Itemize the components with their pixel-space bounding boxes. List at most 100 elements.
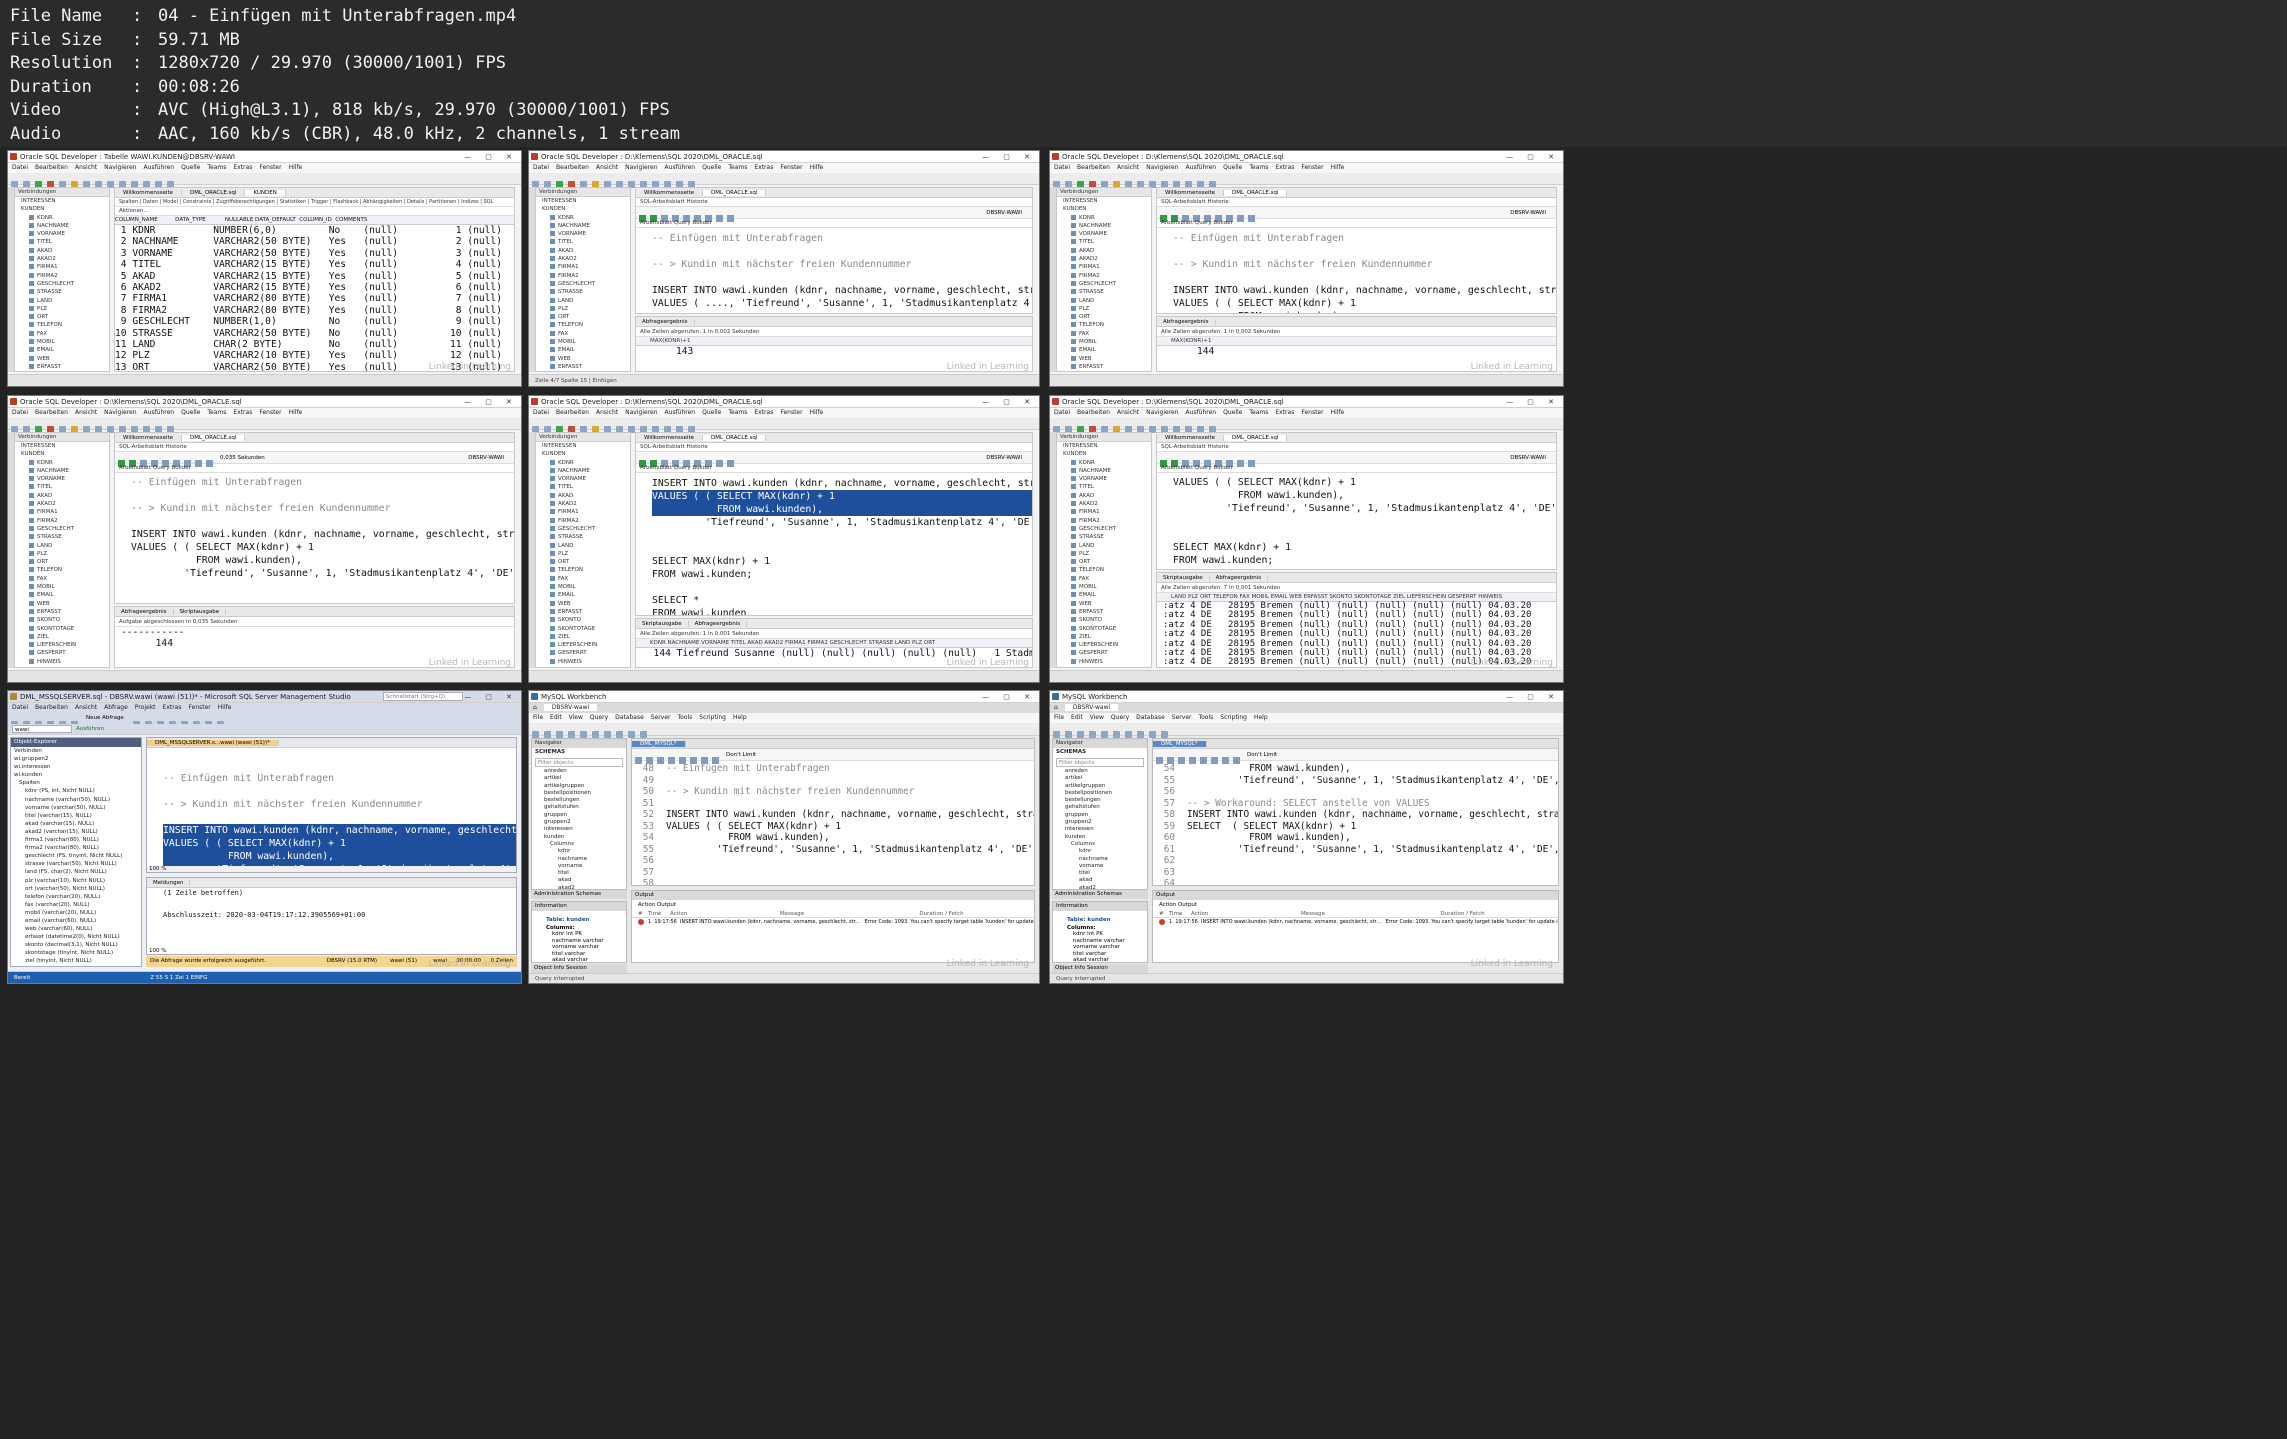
schema-tree-item[interactable]: titel: [532, 870, 626, 877]
tree-item[interactable]: LAND: [15, 297, 109, 305]
sql-editor-code[interactable]: VALUES ( ( SELECT MAX(kdnr) + 1 FROM waw…: [1157, 473, 1556, 569]
menu-item[interactable]: Quelle: [702, 409, 721, 416]
database-select[interactable]: wawi: [12, 725, 72, 733]
sql-editor-code[interactable]: -- Einfügen mit Unterabfragen -- > Kundin…: [147, 748, 516, 872]
tree-item[interactable]: KUNDEN: [15, 205, 109, 213]
limit-select[interactable]: Don't Limit: [726, 752, 756, 758]
menu-item[interactable]: Fenster: [259, 409, 281, 416]
sql-file-tab[interactable]: DML_MYSQL*: [1153, 741, 1207, 747]
explorer-tree-item[interactable]: Verbinden: [11, 747, 141, 755]
menu-item[interactable]: Quelle: [1223, 409, 1242, 416]
tree-item[interactable]: EMAIL: [15, 346, 109, 354]
schema-tree-item[interactable]: akad: [532, 877, 626, 884]
window-controls[interactable]: — ▢ ✕: [1506, 151, 1560, 162]
sql-editor-code[interactable]: 48 -- Einfügen mit Unterabfragen 49 50 -- > …: [632, 761, 1034, 885]
tree-item[interactable]: ERFASST: [1057, 363, 1151, 371]
run-icon[interactable]: [727, 460, 734, 467]
tree-item[interactable]: ORT: [15, 313, 109, 321]
tree-item[interactable]: TITEL: [536, 483, 630, 491]
toolbar-button-icon[interactable]: [604, 731, 611, 738]
menu-item[interactable]: Extras: [1275, 409, 1294, 416]
explorer-tree-item[interactable]: firma1 (varchar(80), NULL): [11, 836, 141, 844]
toolbar-button-icon[interactable]: [1089, 731, 1096, 738]
menu-item[interactable]: Bearbeiten: [1077, 409, 1110, 416]
tree-item[interactable]: WEB: [536, 600, 630, 608]
tab-welcome[interactable]: Willkommensseite: [1157, 435, 1225, 441]
tree-item[interactable]: PLZ: [15, 305, 109, 313]
tree-item[interactable]: AKAD: [536, 492, 630, 500]
menu-item[interactable]: Hilfe: [1331, 164, 1345, 171]
tree-item[interactable]: FIRMA2: [536, 517, 630, 525]
tree-item[interactable]: SKONTOTAGE: [1057, 625, 1151, 633]
menu-item[interactable]: Server: [1172, 714, 1192, 721]
menu-item[interactable]: Abfrage: [104, 704, 128, 711]
menu-item[interactable]: Hilfe: [289, 409, 303, 416]
tree-item[interactable]: SKONTOTAGE: [15, 625, 109, 633]
sql-editor-code[interactable]: 54 FROM wawi.kunden), 55 'Tiefreund', 'Su…: [1153, 761, 1558, 885]
tab-welcome[interactable]: Willkommensseite: [115, 435, 183, 441]
schema-tree-item[interactable]: vorname: [1053, 863, 1147, 870]
tree-item[interactable]: FIRMA1: [1057, 263, 1151, 271]
window-controls[interactable]: — ▢ ✕: [464, 691, 518, 702]
tree-item[interactable]: MOBIL: [536, 583, 630, 591]
schema-tree-item[interactable]: interessen: [1053, 826, 1147, 833]
connection-select[interactable]: DBSRV-WAWI: [986, 452, 1022, 464]
toolbar-button-icon[interactable]: [640, 731, 647, 738]
menu-item[interactable]: Navigieren: [1146, 409, 1178, 416]
tree-item[interactable]: GESCHLECHT: [536, 525, 630, 533]
tree-item[interactable]: PLZ: [1057, 305, 1151, 313]
tree-item[interactable]: AKAD: [15, 492, 109, 500]
explorer-tree-item[interactable]: skonto (decimal(3,1), Nicht NULL): [11, 941, 141, 949]
toolbar-button-icon[interactable]: [1101, 731, 1108, 738]
tab-welcome[interactable]: Willkommensseite: [636, 435, 704, 441]
explorer-tree-item[interactable]: nachname (varchar(50), NULL): [11, 796, 141, 804]
tree-item[interactable]: LAND: [536, 542, 630, 550]
tree-item[interactable]: LAND: [15, 542, 109, 550]
tree-item[interactable]: KDNR: [536, 459, 630, 467]
menu-item[interactable]: Teams: [728, 409, 747, 416]
limit-select[interactable]: Don't Limit: [1247, 752, 1277, 758]
tree-item[interactable]: ZIEL: [536, 633, 630, 641]
schema-tree-item[interactable]: artikelgruppen: [532, 783, 626, 790]
tree-item[interactable]: SKONTO: [1057, 616, 1151, 624]
tree-item[interactable]: AKAD2: [1057, 500, 1151, 508]
menu-item[interactable]: Extras: [1275, 164, 1294, 171]
tree-item[interactable]: EMAIL: [15, 591, 109, 599]
tree-item[interactable]: HINWEIS: [1057, 658, 1151, 666]
schema-tree-item[interactable]: gehaltstufen: [1053, 804, 1147, 811]
menu-item[interactable]: Ansicht: [1117, 409, 1139, 416]
toolbar-button-icon[interactable]: [616, 731, 623, 738]
schema-tree-item[interactable]: gruppen: [1053, 812, 1147, 819]
menu-item[interactable]: Help: [1254, 714, 1268, 721]
schema-tree-item[interactable]: bestellpositionen: [532, 790, 626, 797]
menu-item[interactable]: Fenster: [780, 164, 802, 171]
tree-item[interactable]: SKONTO: [1057, 371, 1151, 372]
schema-tree-item[interactable]: anreden: [1053, 768, 1147, 775]
menu-item[interactable]: Ausführen: [1186, 164, 1217, 171]
tab-sql-file[interactable]: DML_ORACLE.sql: [1224, 435, 1288, 441]
menu-item[interactable]: Tools: [1198, 714, 1213, 721]
toolbar-button-icon[interactable]: [1065, 731, 1072, 738]
toolbar-button-icon[interactable]: [1113, 731, 1120, 738]
menu-item[interactable]: Extras: [233, 409, 252, 416]
tree-item[interactable]: PLZ: [1057, 550, 1151, 558]
tree-item[interactable]: TITEL: [1057, 483, 1151, 491]
document-tab[interactable]: KUNDEN: [245, 190, 286, 196]
tree-item[interactable]: FIRMA2: [15, 517, 109, 525]
actions-bar[interactable]: Aktionen...: [115, 207, 514, 216]
tree-item[interactable]: MOBIL: [15, 338, 109, 346]
table-row[interactable]: 7 FIRMA1 VARCHAR2(80 BYTE) Yes (null) 7 …: [115, 293, 514, 304]
tree-item[interactable]: NACHNAME: [1057, 467, 1151, 475]
explorer-tree-item[interactable]: skontotage (tinyint, Nicht NULL): [11, 949, 141, 957]
document-tab[interactable]: DML_ORACLE.sql: [182, 190, 246, 196]
tree-item[interactable]: STRASSE: [1057, 288, 1151, 296]
table-row[interactable]: 10 STRASSE VARCHAR2(50 BYTE) No (null) 1…: [115, 328, 514, 339]
tree-item[interactable]: TELEFON: [1057, 566, 1151, 574]
query-tab[interactable]: DML_MSSQLSERVER.s...wawi (wawi (51))*: [147, 740, 279, 746]
menu-item[interactable]: Datei: [1054, 409, 1070, 416]
tree-item[interactable]: INTERESSEN: [1057, 442, 1151, 450]
menu-item[interactable]: Bearbeiten: [35, 409, 68, 416]
tree-item[interactable]: TITEL: [15, 483, 109, 491]
menu-item[interactable]: Extras: [233, 164, 252, 171]
table-row[interactable]: 9 GESCHLECHT NUMBER(1,0) No (null) 9 (nu…: [115, 316, 514, 327]
